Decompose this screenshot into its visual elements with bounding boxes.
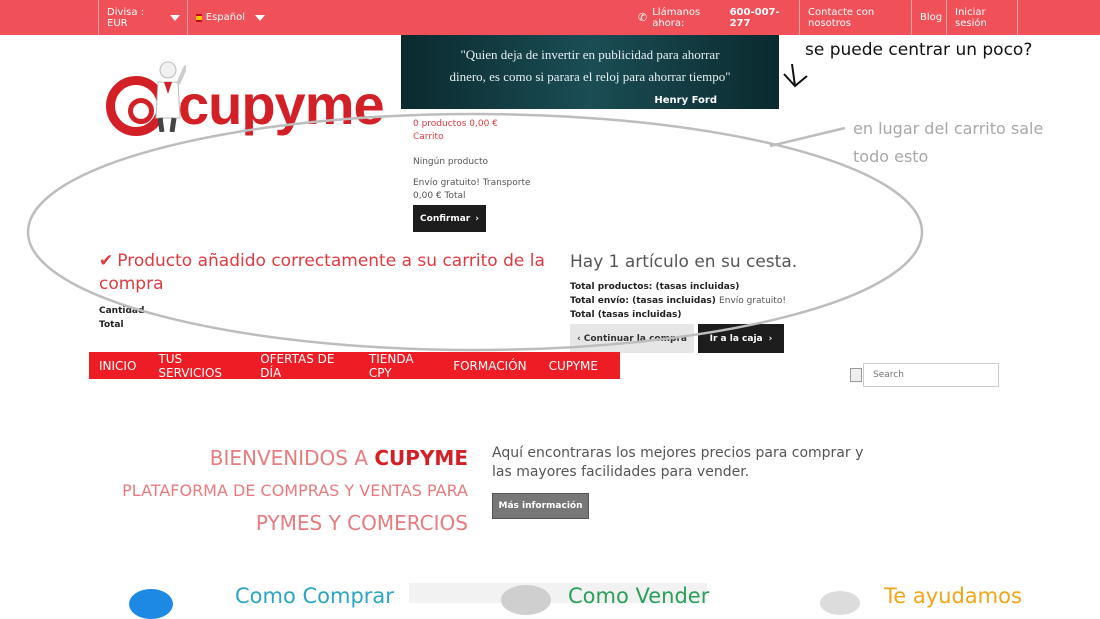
annotation-note-cart: en lugar del carrito sale todo esto — [853, 119, 1044, 166]
search-icon[interactable] — [850, 368, 862, 382]
cart-shipping-line: Envío gratuito! Transporte — [413, 178, 531, 188]
teaser-buy[interactable]: Como Comprar — [235, 584, 394, 608]
welcome-heading: BIENVENIDOS A CUPYME — [210, 446, 468, 470]
checkout-button[interactable]: Ir a la caja › — [698, 324, 784, 353]
contact-link-label: Contacte con nosotros — [808, 6, 875, 29]
cart-items-title: Hay 1 artículo en su cesta. — [570, 252, 798, 272]
chevron-down-icon — [170, 14, 180, 21]
welcome-brand: CUPYME — [374, 446, 468, 470]
currency-selector[interactable]: Divisa : EUR — [98, 0, 188, 35]
welcome-prefix: BIENVENIDOS A — [209, 446, 369, 470]
quote-text: "Quien deja de invertir en publicidad pa… — [401, 44, 779, 88]
main-menu: INICIO TUS SERVICIOS OFERTAS DE DÍA TIEN… — [89, 352, 620, 380]
cart-total-line: 0,00 € Total — [413, 191, 466, 201]
phone-icon: ✆ — [638, 11, 648, 24]
welcome-description: Aquí encontraras los mejores precios par… — [492, 445, 864, 480]
more-info-button[interactable]: Más información — [492, 493, 589, 519]
confirm-button[interactable]: Confirmar › — [413, 205, 486, 232]
login-link-label: Iniciar sesión — [955, 6, 987, 29]
check-icon: ✔ — [99, 251, 114, 271]
menu-item-formacion[interactable]: FORMACIÓN — [453, 359, 526, 373]
annotation-pointer-line — [769, 126, 846, 148]
logo-text: cupyme — [178, 73, 385, 136]
search-input[interactable] — [863, 363, 999, 387]
annotation-ellipse — [26, 112, 924, 352]
language-selector[interactable]: Español — [187, 0, 273, 35]
added-to-cart-message: ✔ Producto añadido correctamente a su car… — [99, 250, 549, 296]
total-shipping: Total envío: (tasas incluidas) Envío gra… — [570, 296, 786, 306]
phone-number: 600-007-277 — [729, 6, 780, 29]
checkout-button-label: Ir a la caja — [709, 333, 763, 344]
annotation-down-arrow — [783, 63, 808, 88]
cart-label: Carrito — [413, 132, 444, 142]
chevron-down-icon — [255, 14, 265, 21]
teaser-help[interactable]: Te ayudamos — [884, 584, 1022, 608]
total-taxes: Total (tasas incluidas) — [570, 310, 682, 320]
total-label: Total — [99, 320, 124, 330]
chevron-right-icon: › — [768, 333, 773, 344]
added-to-cart-text: Producto añadido correctamente a su carr… — [99, 251, 545, 294]
continue-shopping-button[interactable]: ‹ Continuar la compra — [570, 324, 694, 353]
total-products: Total productos: (tasas incluidas) — [570, 282, 740, 292]
teaser-image-buy — [99, 583, 201, 619]
chevron-left-icon: ‹ — [577, 333, 581, 344]
chevron-right-icon: › — [475, 213, 479, 224]
login-link[interactable]: Iniciar sesión — [946, 0, 1018, 35]
menu-item-inicio[interactable]: INICIO — [99, 359, 136, 373]
menu-item-cupyme[interactable]: CUPYME — [549, 359, 598, 373]
total-shipping-value: Envío gratuito! — [719, 296, 786, 306]
menu-item-tienda[interactable]: TIENDA CPY — [369, 352, 431, 380]
contact-link[interactable]: Contacte con nosotros — [799, 0, 911, 35]
menu-item-ofertas[interactable]: OFERTAS DE DÍA — [260, 352, 347, 380]
total-shipping-label: Total envío: (tasas incluidas) — [570, 296, 716, 306]
quote-line-2: dinero, es como si parara el reloj para … — [449, 69, 731, 84]
teaser-image-help — [790, 583, 870, 615]
annotation-note-center: se puede centrar un poco? — [805, 40, 1033, 60]
cart-count: 0 productos 0,00 € — [413, 119, 498, 129]
quote-banner: "Quien deja de invertir en publicidad pa… — [401, 35, 779, 109]
teaser-sell[interactable]: Como Vender — [568, 584, 709, 608]
cart-summary[interactable]: 0 productos 0,00 € Carrito — [413, 118, 498, 144]
blog-link[interactable]: Blog — [911, 0, 946, 35]
menu-item-tus-servicios[interactable]: TUS SERVICIOS — [158, 352, 238, 380]
welcome-subtitle-2: PYMES Y COMERCIOS — [255, 511, 468, 535]
currency-label: Divisa : EUR — [107, 6, 145, 29]
welcome-subtitle: PLATAFORMA DE COMPRAS Y VENTAS PARA — [122, 481, 468, 500]
cart-empty-message: Ningún producto — [413, 157, 489, 167]
phone-info: ✆ Llámanos ahora: 600-007-277 — [630, 0, 800, 35]
quote-line-1: "Quien deja de invertir en publicidad pa… — [460, 47, 720, 62]
continue-shopping-label: Continuar la compra — [583, 333, 687, 344]
quantity-label: Cantidad — [99, 306, 145, 316]
language-label: Español — [205, 12, 245, 23]
confirm-button-label: Confirmar — [420, 213, 471, 224]
spain-flag-icon — [196, 13, 202, 22]
site-logo[interactable]: cupyme — [98, 56, 385, 142]
quote-author: Henry Ford — [654, 95, 717, 106]
phone-prefix: Llámanos ahora: — [652, 6, 701, 29]
blog-link-label: Blog — [920, 12, 943, 23]
top-bar: Divisa : EUR Español ✆ Llámanos ahora: 6… — [0, 0, 1100, 35]
